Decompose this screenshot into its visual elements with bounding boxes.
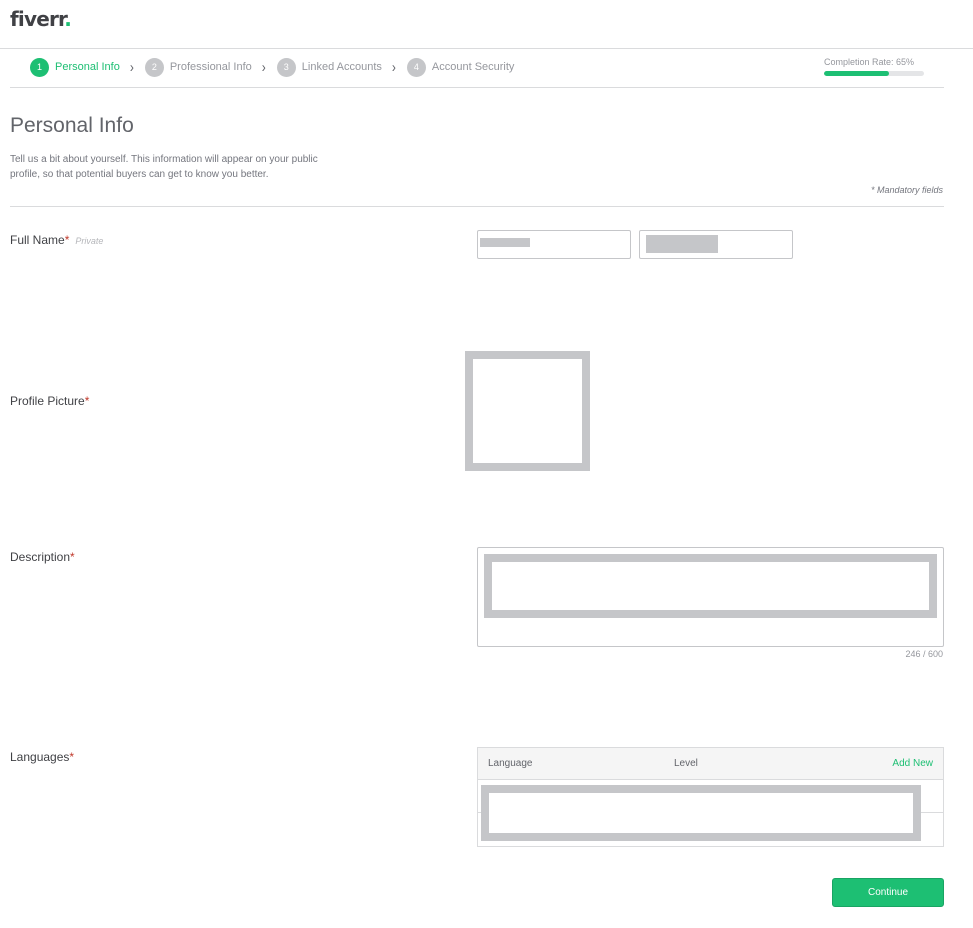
languages-table: Language Level Add New	[477, 747, 944, 847]
chevron-right-icon: ›	[129, 58, 134, 76]
profile-picture-label-text: Profile Picture	[10, 394, 85, 408]
chevron-right-icon: ›	[391, 58, 396, 76]
fiverr-logo[interactable]: fiverr.	[10, 7, 72, 31]
description-textarea[interactable]	[477, 547, 944, 647]
redacted-language-rows	[481, 785, 921, 841]
logo-dot: .	[64, 7, 72, 31]
step-number: 3	[276, 57, 296, 77]
redacted-last-name	[646, 235, 718, 253]
required-mark: *	[70, 550, 75, 564]
step-label: Personal Info	[55, 61, 120, 73]
step-personal-info[interactable]: 1 Personal Info	[30, 57, 120, 77]
redacted-first-name	[480, 238, 530, 247]
description-char-count: 246 / 600	[905, 649, 943, 659]
add-new-language-link[interactable]: Add New	[892, 758, 933, 769]
completion-progress-bar	[824, 71, 924, 76]
full-name-label-text: Full Name	[10, 233, 65, 247]
header-divider	[10, 206, 944, 207]
continue-button[interactable]: Continue	[832, 878, 944, 907]
step-label: Linked Accounts	[301, 61, 382, 73]
page-title: Personal Info	[10, 114, 134, 137]
required-mark: *	[84, 394, 90, 408]
languages-label: Languages*	[10, 750, 74, 764]
first-name-input[interactable]	[477, 230, 631, 259]
completion-rate: Completion Rate: 65%	[824, 57, 924, 76]
redacted-description-text	[484, 554, 937, 618]
top-bar: fiverr.	[0, 0, 973, 49]
completion-label: Completion Rate: 65%	[824, 57, 915, 67]
step-label: Account Security	[431, 61, 515, 73]
private-tag: Private	[75, 236, 104, 246]
languages-label-text: Languages	[10, 750, 70, 764]
mandatory-fields-note: * Mandatory fields	[870, 185, 943, 195]
column-level: Level	[674, 758, 698, 769]
required-mark: *	[64, 233, 70, 247]
step-number: 2	[144, 57, 164, 77]
languages-table-header: Language Level Add New	[478, 748, 943, 780]
step-number: 4	[406, 57, 426, 77]
logo-text: fiverr	[10, 7, 65, 31]
profile-picture-upload[interactable]	[465, 351, 590, 471]
step-professional-info[interactable]: 2 Professional Info	[144, 57, 252, 77]
description-label: Description*	[10, 550, 75, 564]
step-number: 1	[30, 57, 49, 77]
onboarding-steps: 1 Personal Info › 2 Professional Info › …	[30, 57, 514, 77]
step-account-security[interactable]: 4 Account Security	[406, 57, 515, 77]
step-linked-accounts[interactable]: 3 Linked Accounts	[276, 57, 382, 77]
full-name-label: Full Name* Private	[10, 233, 103, 247]
required-mark: *	[69, 750, 75, 764]
profile-picture-label: Profile Picture*	[10, 394, 89, 408]
step-label: Professional Info	[169, 61, 252, 73]
page-description: Tell us a bit about yourself. This infor…	[10, 154, 318, 180]
completion-progress-fill	[824, 71, 889, 76]
description-label-text: Description	[10, 550, 71, 564]
column-language: Language	[488, 758, 533, 769]
chevron-right-icon: ›	[261, 58, 266, 76]
last-name-input[interactable]	[639, 230, 793, 259]
steps-divider	[10, 87, 944, 88]
